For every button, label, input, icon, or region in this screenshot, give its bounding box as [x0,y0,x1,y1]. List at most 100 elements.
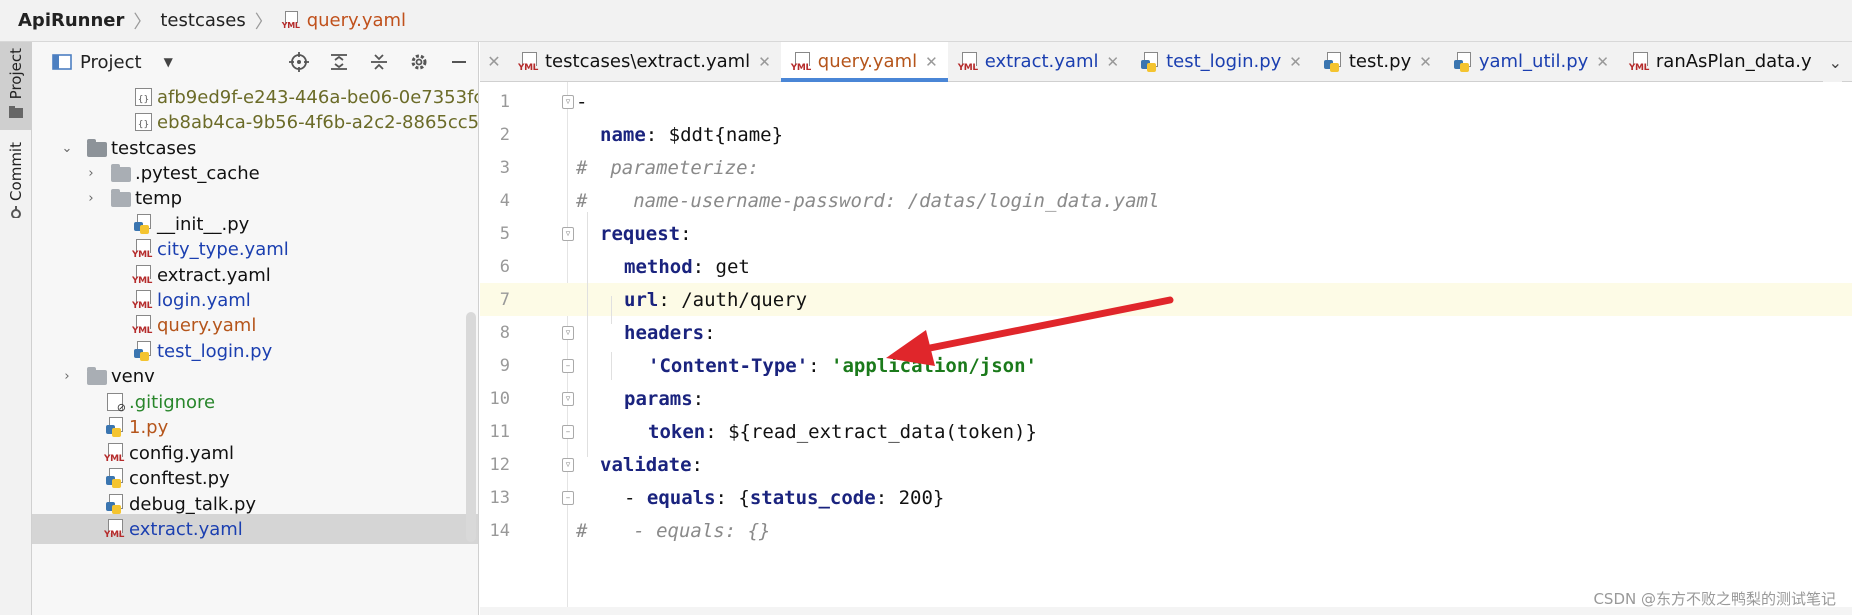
tree-item-label: .pytest_cache [135,162,260,184]
tree-item-label: extract.yaml [129,518,243,540]
tab-label: extract.yaml [984,51,1099,72]
yml-file-icon: YML [132,238,154,260]
tree-item-label: debug_talk.py [129,493,257,515]
tab-label: test.py [1348,51,1412,72]
tab-yaml-util[interactable]: yaml_util.py ✕ [1442,42,1619,81]
project-view-icon [52,54,72,70]
commit-tool-tab-label: Commit [7,142,25,201]
python-file-icon [132,340,154,362]
tree-item-label: afb9ed9f-e243-446a-be06-0e7353fcf [157,86,479,108]
project-panel-title: Project [80,51,142,73]
annotation-arrow [886,296,1174,366]
tree-item-label: temp [135,187,183,209]
commit-icon [11,205,21,218]
folder-icon [110,187,132,209]
project-tool-tab[interactable]: Project [0,42,32,130]
breadcrumb-separator: 〉 [254,11,273,33]
yml-file-icon: YML [1629,51,1651,73]
tree-item-label: city_type.yaml [157,238,289,260]
close-icon[interactable]: ✕ [1289,53,1302,71]
python-file-icon [104,467,126,489]
folder-icon [86,137,108,159]
yml-file-icon: YML [958,51,980,73]
tree-item-label: conftest.py [129,467,230,489]
commit-tool-tab[interactable]: Commit [0,138,32,218]
tree-item-label: venv [111,365,155,387]
tree-item-label: config.yaml [129,442,235,464]
close-icon[interactable]: ✕ [1106,53,1119,71]
python-file-icon [132,213,154,235]
folder-icon [9,106,23,119]
project-panel-scrollbar[interactable] [466,312,476,542]
tab-test[interactable]: test.py ✕ [1312,42,1442,81]
close-icon[interactable]: ✕ [1596,53,1609,71]
tree-item-label: test_login.py [157,340,273,362]
breadcrumb-file[interactable]: YML query.yaml [282,10,406,31]
project-tool-tab-label: Project [7,48,25,100]
tab-label: test_login.py [1166,51,1282,72]
yml-file-icon: YML [132,314,154,336]
project-panel: Project ▼ {} afb9ed9f-e243-446a-be06-0e7… [32,42,479,615]
minimize-icon[interactable] [448,51,470,73]
annotation-arrow-shaft [906,296,1174,356]
python-file-icon [104,493,126,515]
yml-file-icon: YML [282,11,301,30]
tree-item-label: extract.yaml [157,264,271,286]
tree-item-label: login.yaml [157,289,251,311]
chevron-right-icon[interactable]: › [60,369,74,384]
close-icon[interactable]: ✕ [758,53,771,71]
close-icon[interactable]: ✕ [480,42,508,81]
tree-item-label: testcases [111,137,197,159]
tab-label: ranAsPlan_data.y [1655,51,1812,72]
tab-testcases-extract[interactable]: YML testcases\extract.yaml ✕ [508,42,781,81]
gear-icon[interactable] [408,51,430,73]
yml-file-icon: YML [104,442,126,464]
locate-icon[interactable] [288,51,310,73]
yml-file-icon: YML [518,51,540,73]
tab-query-active[interactable]: YML query.yaml ✕ [780,42,948,82]
chevron-down-icon[interactable]: ⌄ [60,141,74,156]
chevron-right-icon[interactable]: › [84,166,98,181]
tool-window-strip: Project Commit [0,42,32,615]
editor-tab-bar: ✕ YML testcases\extract.yaml ✕ YML query… [480,42,1852,82]
tab-label: testcases\extract.yaml [545,51,751,72]
project-panel-header: Project ▼ [32,42,478,82]
close-icon[interactable]: ✕ [1419,53,1432,71]
tree-item-label: query.yaml [157,314,257,336]
tab-test-login[interactable]: test_login.py ✕ [1129,42,1312,81]
yml-file-icon: YML [132,289,154,311]
chevron-right-icon[interactable]: › [84,191,98,206]
tree-item-label: 1.py [129,416,169,438]
tab-ranasplan-data[interactable]: YML ranAsPlan_data.y [1619,42,1822,81]
breadcrumb-folder[interactable]: testcases [160,10,245,31]
expand-all-icon[interactable] [328,51,350,73]
folder-icon [86,365,108,387]
json-file-icon: {} [132,86,154,108]
chevron-down-icon[interactable]: ⌄ [1822,42,1842,82]
python-file-icon [104,416,126,438]
tab-label: yaml_util.py [1478,51,1589,72]
yml-file-icon: YML [104,518,126,540]
tree-item-selected[interactable]: YML extract.yaml [32,514,478,544]
watermark: CSDN @东方不败之鸭梨的测试笔记 [1593,590,1836,608]
python-file-icon [1452,51,1474,73]
project-panel-toolbar [288,42,470,82]
folder-icon [110,162,132,184]
tree-item-label: .gitignore [129,391,216,413]
tree-item-label: __init__.py [157,213,250,235]
close-icon[interactable]: ✕ [925,53,938,71]
breadcrumb-separator: 〉 [133,11,152,33]
yml-file-icon: YML [132,264,154,286]
yml-file-icon: YML [791,51,813,73]
tree-item-label: eb8ab4ca-9b56-4f6b-a2c2-8865cc5f [157,111,479,133]
annotation-arrow-head [886,330,935,366]
code-editor[interactable]: 1 ▿ -2 name: $ddt{name} 3 # parameterize: 4 # n… [480,82,1852,615]
tab-extract[interactable]: YML extract.yaml ✕ [948,42,1129,81]
breadcrumb: ApiRunner 〉 testcases 〉 YML query.yaml [0,0,1852,42]
python-file-icon [1139,51,1161,73]
gitignore-file-icon [104,391,126,414]
chevron-down-icon[interactable]: ▼ [164,55,173,69]
collapse-all-icon[interactable] [368,51,390,73]
breadcrumb-project[interactable]: ApiRunner [18,10,124,31]
tab-label: query.yaml [817,51,918,72]
